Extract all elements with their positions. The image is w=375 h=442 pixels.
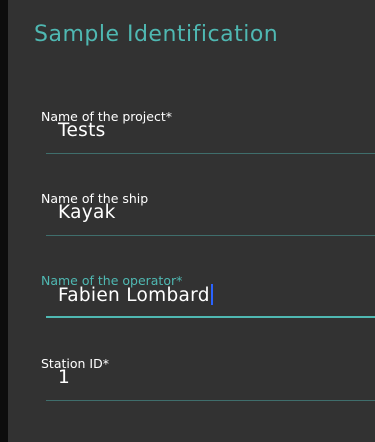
operator-name-field[interactable]: Name of the operator* Fabien Lombard xyxy=(40,273,375,319)
operator-name-input[interactable]: Fabien Lombard xyxy=(58,284,213,306)
operator-name-underline xyxy=(46,316,375,318)
text-caret xyxy=(210,284,213,305)
station-id-label: Station ID* xyxy=(41,356,109,371)
project-name-field[interactable]: Name of the project* Tests xyxy=(40,109,375,155)
operator-name-value: Fabien Lombard xyxy=(58,285,210,306)
ship-name-underline xyxy=(46,235,375,236)
station-id-value[interactable]: 1 xyxy=(58,367,70,388)
form-panel: Sample Identification Name of the projec… xyxy=(8,0,375,442)
project-name-underline xyxy=(46,153,375,154)
ship-name-field[interactable]: Name of the ship Kayak xyxy=(40,191,375,237)
station-id-field[interactable]: Station ID* 1 xyxy=(40,356,375,402)
ship-name-value[interactable]: Kayak xyxy=(58,202,116,223)
station-id-underline xyxy=(46,400,375,401)
page-title: Sample Identification xyxy=(34,22,279,47)
project-name-value[interactable]: Tests xyxy=(58,120,106,141)
